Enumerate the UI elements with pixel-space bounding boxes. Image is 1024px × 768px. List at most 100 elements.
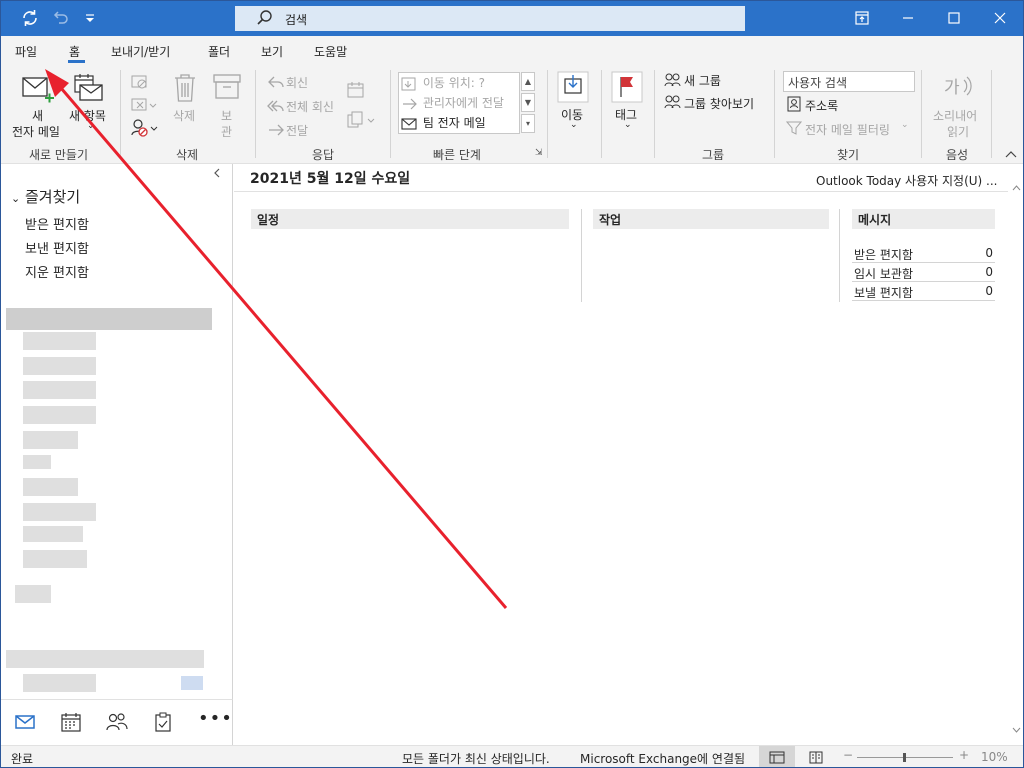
redacted-folder[interactable] xyxy=(23,381,96,399)
archive-label-2[interactable]: 관 xyxy=(221,123,232,140)
move-chevron-icon[interactable]: ⌄ xyxy=(570,120,578,130)
forward-label[interactable]: 전달 xyxy=(286,122,308,139)
sync-icon[interactable] xyxy=(19,7,41,29)
tab-help[interactable]: 도움말 xyxy=(314,43,347,60)
calendar-icon[interactable] xyxy=(61,712,81,735)
maximize-icon[interactable] xyxy=(931,1,977,36)
new-items-icon[interactable] xyxy=(71,72,105,107)
minimize-icon[interactable] xyxy=(885,1,931,36)
folder-sent[interactable]: 보낸 편지함 xyxy=(25,238,89,257)
meeting-reply-icon[interactable] xyxy=(347,81,365,102)
archive-icon[interactable] xyxy=(213,73,241,104)
zoom-out-icon[interactable]: − xyxy=(843,748,853,762)
new-group-label[interactable]: 새 그룹 xyxy=(684,72,721,89)
tab-file[interactable]: 파일 xyxy=(15,43,37,60)
quick-step-move-to[interactable]: 이동 위치: ? xyxy=(401,74,485,92)
more-respond-icon[interactable] xyxy=(347,111,377,132)
delete-label[interactable]: 삭제 xyxy=(173,107,195,124)
redacted-folder[interactable] xyxy=(23,431,78,449)
redacted-folder[interactable] xyxy=(23,674,96,692)
quick-steps-up-icon[interactable]: ▲ xyxy=(521,72,535,91)
clean-up-icon[interactable] xyxy=(131,96,157,117)
ignore-icon[interactable] xyxy=(131,73,149,94)
collapse-pane-icon[interactable] xyxy=(213,168,221,181)
connection-status[interactable]: Microsoft Exchange에 연결됨 xyxy=(580,750,745,767)
redacted-folder[interactable] xyxy=(23,332,96,350)
search-input[interactable]: 검색 xyxy=(235,6,745,31)
undo-icon[interactable] xyxy=(49,7,71,29)
tab-folder[interactable]: 폴더 xyxy=(208,43,230,60)
people-icon[interactable] xyxy=(106,712,128,735)
browse-groups-label[interactable]: 그룹 찾아보기 xyxy=(684,95,754,112)
new-mail-label-1[interactable]: 새 xyxy=(32,107,43,124)
quick-steps-down-icon[interactable]: ▼ xyxy=(521,93,535,112)
module-navigation: ••• xyxy=(1,699,233,745)
reply-all-label[interactable]: 전체 회신 xyxy=(286,98,334,115)
collapse-ribbon-icon[interactable] xyxy=(1005,150,1017,161)
scroll-down-icon[interactable] xyxy=(1012,726,1021,736)
new-mail-icon[interactable] xyxy=(21,74,55,107)
zoom-slider-thumb[interactable] xyxy=(903,753,906,762)
filter-email-label[interactable]: 전자 메일 필터링 xyxy=(805,121,890,138)
message-row-inbox[interactable]: 받은 편지함 0 xyxy=(852,244,995,263)
read-aloud-label-2[interactable]: 읽기 xyxy=(947,123,969,140)
divider xyxy=(234,191,1009,192)
redacted-folder[interactable] xyxy=(23,550,87,568)
junk-icon[interactable] xyxy=(131,118,159,141)
flag-icon[interactable] xyxy=(611,71,643,106)
message-row-outbox[interactable]: 보낼 편지함 0 xyxy=(852,282,995,301)
favorites-header[interactable]: ⌄ 즐겨찾기 xyxy=(11,186,80,207)
tab-home[interactable]: 홈 xyxy=(69,43,80,60)
ribbon-display-options-icon[interactable] xyxy=(839,1,885,36)
folder-deleted[interactable]: 지운 편지함 xyxy=(25,262,89,281)
address-book-icon[interactable] xyxy=(786,96,802,115)
mail-icon[interactable] xyxy=(15,714,35,733)
read-aloud-label-1[interactable]: 소리내어 xyxy=(933,107,977,124)
message-row-drafts[interactable]: 임시 보관함 0 xyxy=(852,263,995,282)
read-aloud-icon[interactable]: 가 xyxy=(942,74,972,101)
tab-view[interactable]: 보기 xyxy=(261,43,283,60)
redacted-folder[interactable] xyxy=(23,503,96,521)
customize-quick-access-icon[interactable] xyxy=(79,7,101,29)
vertical-scrollbar[interactable] xyxy=(1008,178,1023,745)
folder-inbox[interactable]: 받은 편지함 xyxy=(25,214,89,233)
browse-groups-icon[interactable] xyxy=(664,94,682,113)
redacted-mailbox-header[interactable] xyxy=(6,308,212,330)
tasks-icon[interactable] xyxy=(154,712,172,735)
more-icon[interactable]: ••• xyxy=(198,710,233,728)
archive-label-1[interactable]: 보 xyxy=(221,107,232,124)
redacted-folder[interactable] xyxy=(23,406,96,424)
redacted-folder[interactable] xyxy=(23,478,78,496)
search-people-input[interactable]: 사용자 검색 xyxy=(783,71,915,92)
redacted-folder[interactable] xyxy=(6,650,204,668)
customize-outlook-today-link[interactable]: Outlook Today 사용자 지정(U) ... xyxy=(816,172,997,189)
zoom-in-icon[interactable]: + xyxy=(959,748,969,762)
reading-view-button[interactable] xyxy=(801,746,831,767)
quick-step-to-manager[interactable]: 관리자에게 전달 xyxy=(401,94,504,112)
redacted-folder[interactable] xyxy=(23,357,96,375)
scroll-up-icon[interactable] xyxy=(1012,184,1021,194)
filter-chevron-icon[interactable]: ⌄ xyxy=(901,120,909,130)
new-mail-label-2[interactable]: 전자 메일 xyxy=(12,123,60,140)
delete-icon[interactable] xyxy=(173,73,197,106)
close-icon[interactable] xyxy=(977,1,1023,36)
normal-view-button[interactable] xyxy=(759,746,795,767)
quick-steps-dialog-launcher-icon[interactable]: ⇲ xyxy=(535,148,543,158)
reply-icon[interactable] xyxy=(267,75,285,92)
new-group-icon[interactable] xyxy=(664,72,682,91)
reply-label[interactable]: 회신 xyxy=(286,74,308,91)
zoom-level[interactable]: 10% xyxy=(981,750,1008,764)
forward-icon[interactable] xyxy=(267,123,285,140)
reply-all-icon[interactable] xyxy=(267,99,285,116)
redacted-folder[interactable] xyxy=(23,526,83,542)
redacted-folder[interactable] xyxy=(23,455,51,469)
redacted-folder[interactable] xyxy=(15,585,51,603)
quick-steps-more-icon[interactable]: ▾ xyxy=(521,114,535,133)
tab-send-receive[interactable]: 보내기/받기 xyxy=(111,43,170,60)
tags-chevron-icon[interactable]: ⌄ xyxy=(624,120,632,130)
quick-step-team-email[interactable]: 팀 전자 메일 xyxy=(401,114,486,132)
filter-icon[interactable] xyxy=(785,120,803,139)
move-icon[interactable] xyxy=(557,71,589,106)
address-book-label[interactable]: 주소록 xyxy=(805,97,838,114)
new-items-chevron-icon[interactable]: ⌄ xyxy=(87,121,95,131)
